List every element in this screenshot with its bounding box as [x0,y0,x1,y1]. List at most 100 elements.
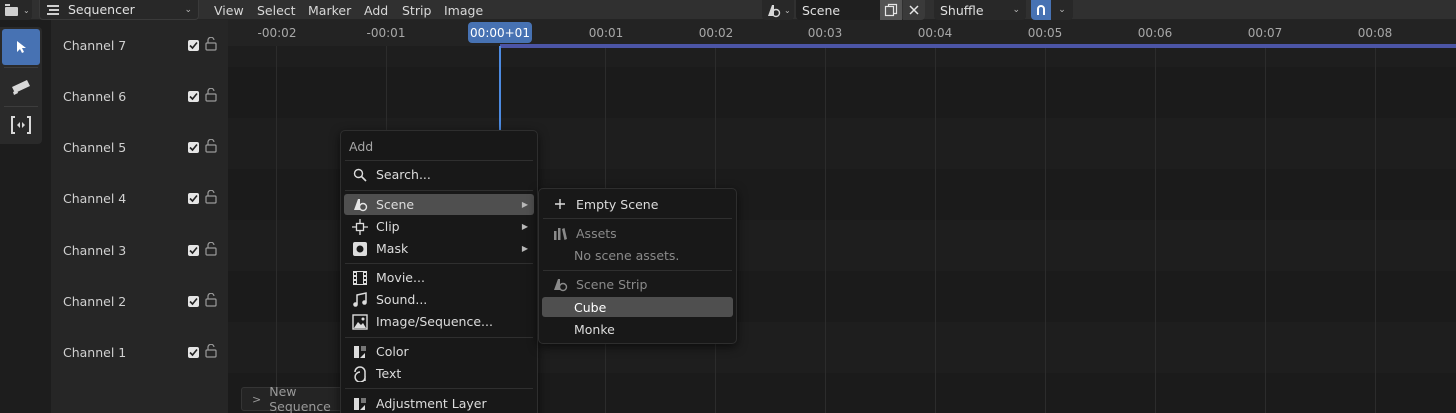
scene-name-field[interactable]: Scene [796,0,880,20]
scene-submenu: Empty Scene Assets No scene assets. Scen… [538,188,737,344]
menu-item-label: Color [376,344,409,359]
channel-row-1[interactable]: Channel 1 [51,327,228,378]
channel-lock-toggle[interactable] [205,189,217,207]
channel-mute-checkbox[interactable] [188,245,199,256]
grid-line [1375,46,1376,413]
submenu-arrow-icon: ▶ [521,200,528,209]
scene-icon [768,4,781,17]
time-ruler[interactable]: -00:02 -00:01 00:01 00:02 00:03 00:04 00… [228,20,1456,46]
menu-item-label: Movie... [376,270,425,285]
unlock-icon [205,189,217,204]
channel-name[interactable]: Channel 3 [63,243,126,258]
grid-line [1155,46,1156,413]
submenu-item-empty-scene[interactable]: Empty Scene [542,194,733,214]
snap-toggle-button[interactable] [1031,0,1051,20]
menu-add[interactable]: Add [364,0,388,20]
menu-marker[interactable]: Marker [308,0,351,20]
menu-item-color[interactable]: Color [344,341,534,362]
ruler-tick-label: 00:01 [588,26,624,40]
menu-strip[interactable]: Strip [402,0,431,20]
channel-name[interactable]: Channel 6 [63,89,126,104]
menu-image[interactable]: Image [444,0,483,20]
ruler-tick-label: 00:02 [698,26,734,40]
menu-item-mask[interactable]: Mask ▶ [344,238,534,259]
chevron-down-icon: ⌄ [184,4,192,15]
channel-name[interactable]: Channel 1 [63,345,126,360]
channel-lock-toggle[interactable] [205,241,217,259]
channel-mute-checkbox[interactable] [188,142,199,153]
channel-row-7[interactable]: Channel 7 [51,20,228,71]
menu-item-image-sequence[interactable]: Image/Sequence... [344,311,534,332]
unlock-icon [205,292,217,307]
channel-lock-toggle[interactable] [205,343,217,361]
menu-item-scene[interactable]: Scene ▶ [344,194,534,215]
channel-mute-checkbox[interactable] [188,296,199,307]
menu-item-clip[interactable]: Clip ▶ [344,216,534,237]
snap-magnet-icon [1037,5,1045,15]
channel-lock-toggle[interactable] [205,292,217,310]
checkmark-icon [189,246,198,255]
channel-mute-checkbox[interactable] [188,40,199,51]
unlock-icon [205,138,217,153]
grid-line [1045,46,1046,413]
assets-header: Assets [542,223,733,243]
ruler-tick-label: 00:04 [917,26,953,40]
tool-shelf [0,27,42,144]
grid-line [1265,46,1266,413]
menu-item-label: Scene [376,197,415,212]
channel-row-6[interactable]: Channel 6 [51,71,228,122]
channel-name[interactable]: Channel 2 [63,294,126,309]
channel-lock-toggle[interactable] [205,87,217,105]
chevron-down-icon: ⌄ [23,5,30,15]
menu-item-label: Search... [376,167,431,182]
menu-item-search[interactable]: Search... [344,164,534,185]
menu-divider [345,160,533,161]
channel-name[interactable]: Channel 4 [63,191,126,206]
unlink-scene-button[interactable] [903,0,925,20]
asset-library-icon [552,225,568,241]
channel-row-2[interactable]: Channel 2 [51,276,228,327]
duplicate-scene-button[interactable] [880,0,902,20]
channel-stripe [228,67,1456,118]
search-icon [352,167,368,183]
ruler-tick-label: 00:03 [807,26,843,40]
editor-type-button[interactable]: ⌄ [0,0,32,20]
add-menu-title: Add [349,139,374,154]
scene-browse-button[interactable]: ⌄ [762,0,794,20]
current-frame-indicator[interactable]: 00:00+01 [468,22,532,43]
blade-tool-button[interactable] [0,69,42,105]
channel-name[interactable]: Channel 7 [63,38,126,53]
chevron-down-icon: ⌄ [784,5,791,15]
menu-item-adjustment-layer[interactable]: Adjustment Layer [344,393,534,413]
slip-tool-button[interactable] [0,107,42,143]
submenu-item-cube[interactable]: Cube [542,297,733,317]
menu-item-sound[interactable]: Sound... [344,289,534,310]
snap-options-dropdown[interactable]: ⌄ [1051,0,1073,20]
editor-mode-label: Sequencer [68,2,135,17]
channel-row-3[interactable]: Channel 3 [51,225,228,276]
overlap-mode-select[interactable]: Shuffle ⌄ [934,0,1026,20]
channel-mute-checkbox[interactable] [188,91,199,102]
channel-name[interactable]: Channel 5 [63,140,126,155]
menu-item-label: Image/Sequence... [376,314,493,329]
channel-mute-checkbox[interactable] [188,193,199,204]
menu-view[interactable]: View [214,0,244,20]
unlock-icon [205,87,217,102]
menu-item-movie[interactable]: Movie... [344,267,534,288]
overlap-mode-label: Shuffle [940,2,984,18]
select-tool-button[interactable] [2,29,40,65]
channel-lock-toggle[interactable] [205,138,217,156]
grid-line [935,46,936,413]
text-icon [352,365,368,382]
channel-row-5[interactable]: Channel 5 [51,122,228,173]
submenu-item-monke[interactable]: Monke [542,319,733,339]
editor-mode-select[interactable]: Sequencer ⌄ [39,0,199,20]
channel-row-4[interactable]: Channel 4 [51,173,228,224]
channel-lock-toggle[interactable] [205,36,217,54]
channel-mute-checkbox[interactable] [188,347,199,358]
menu-divider [543,218,732,219]
menu-item-text[interactable]: Text [344,363,534,384]
film-strip-icon [352,270,368,286]
menu-select[interactable]: Select [257,0,296,20]
menu-item-label: Sound... [376,292,428,307]
